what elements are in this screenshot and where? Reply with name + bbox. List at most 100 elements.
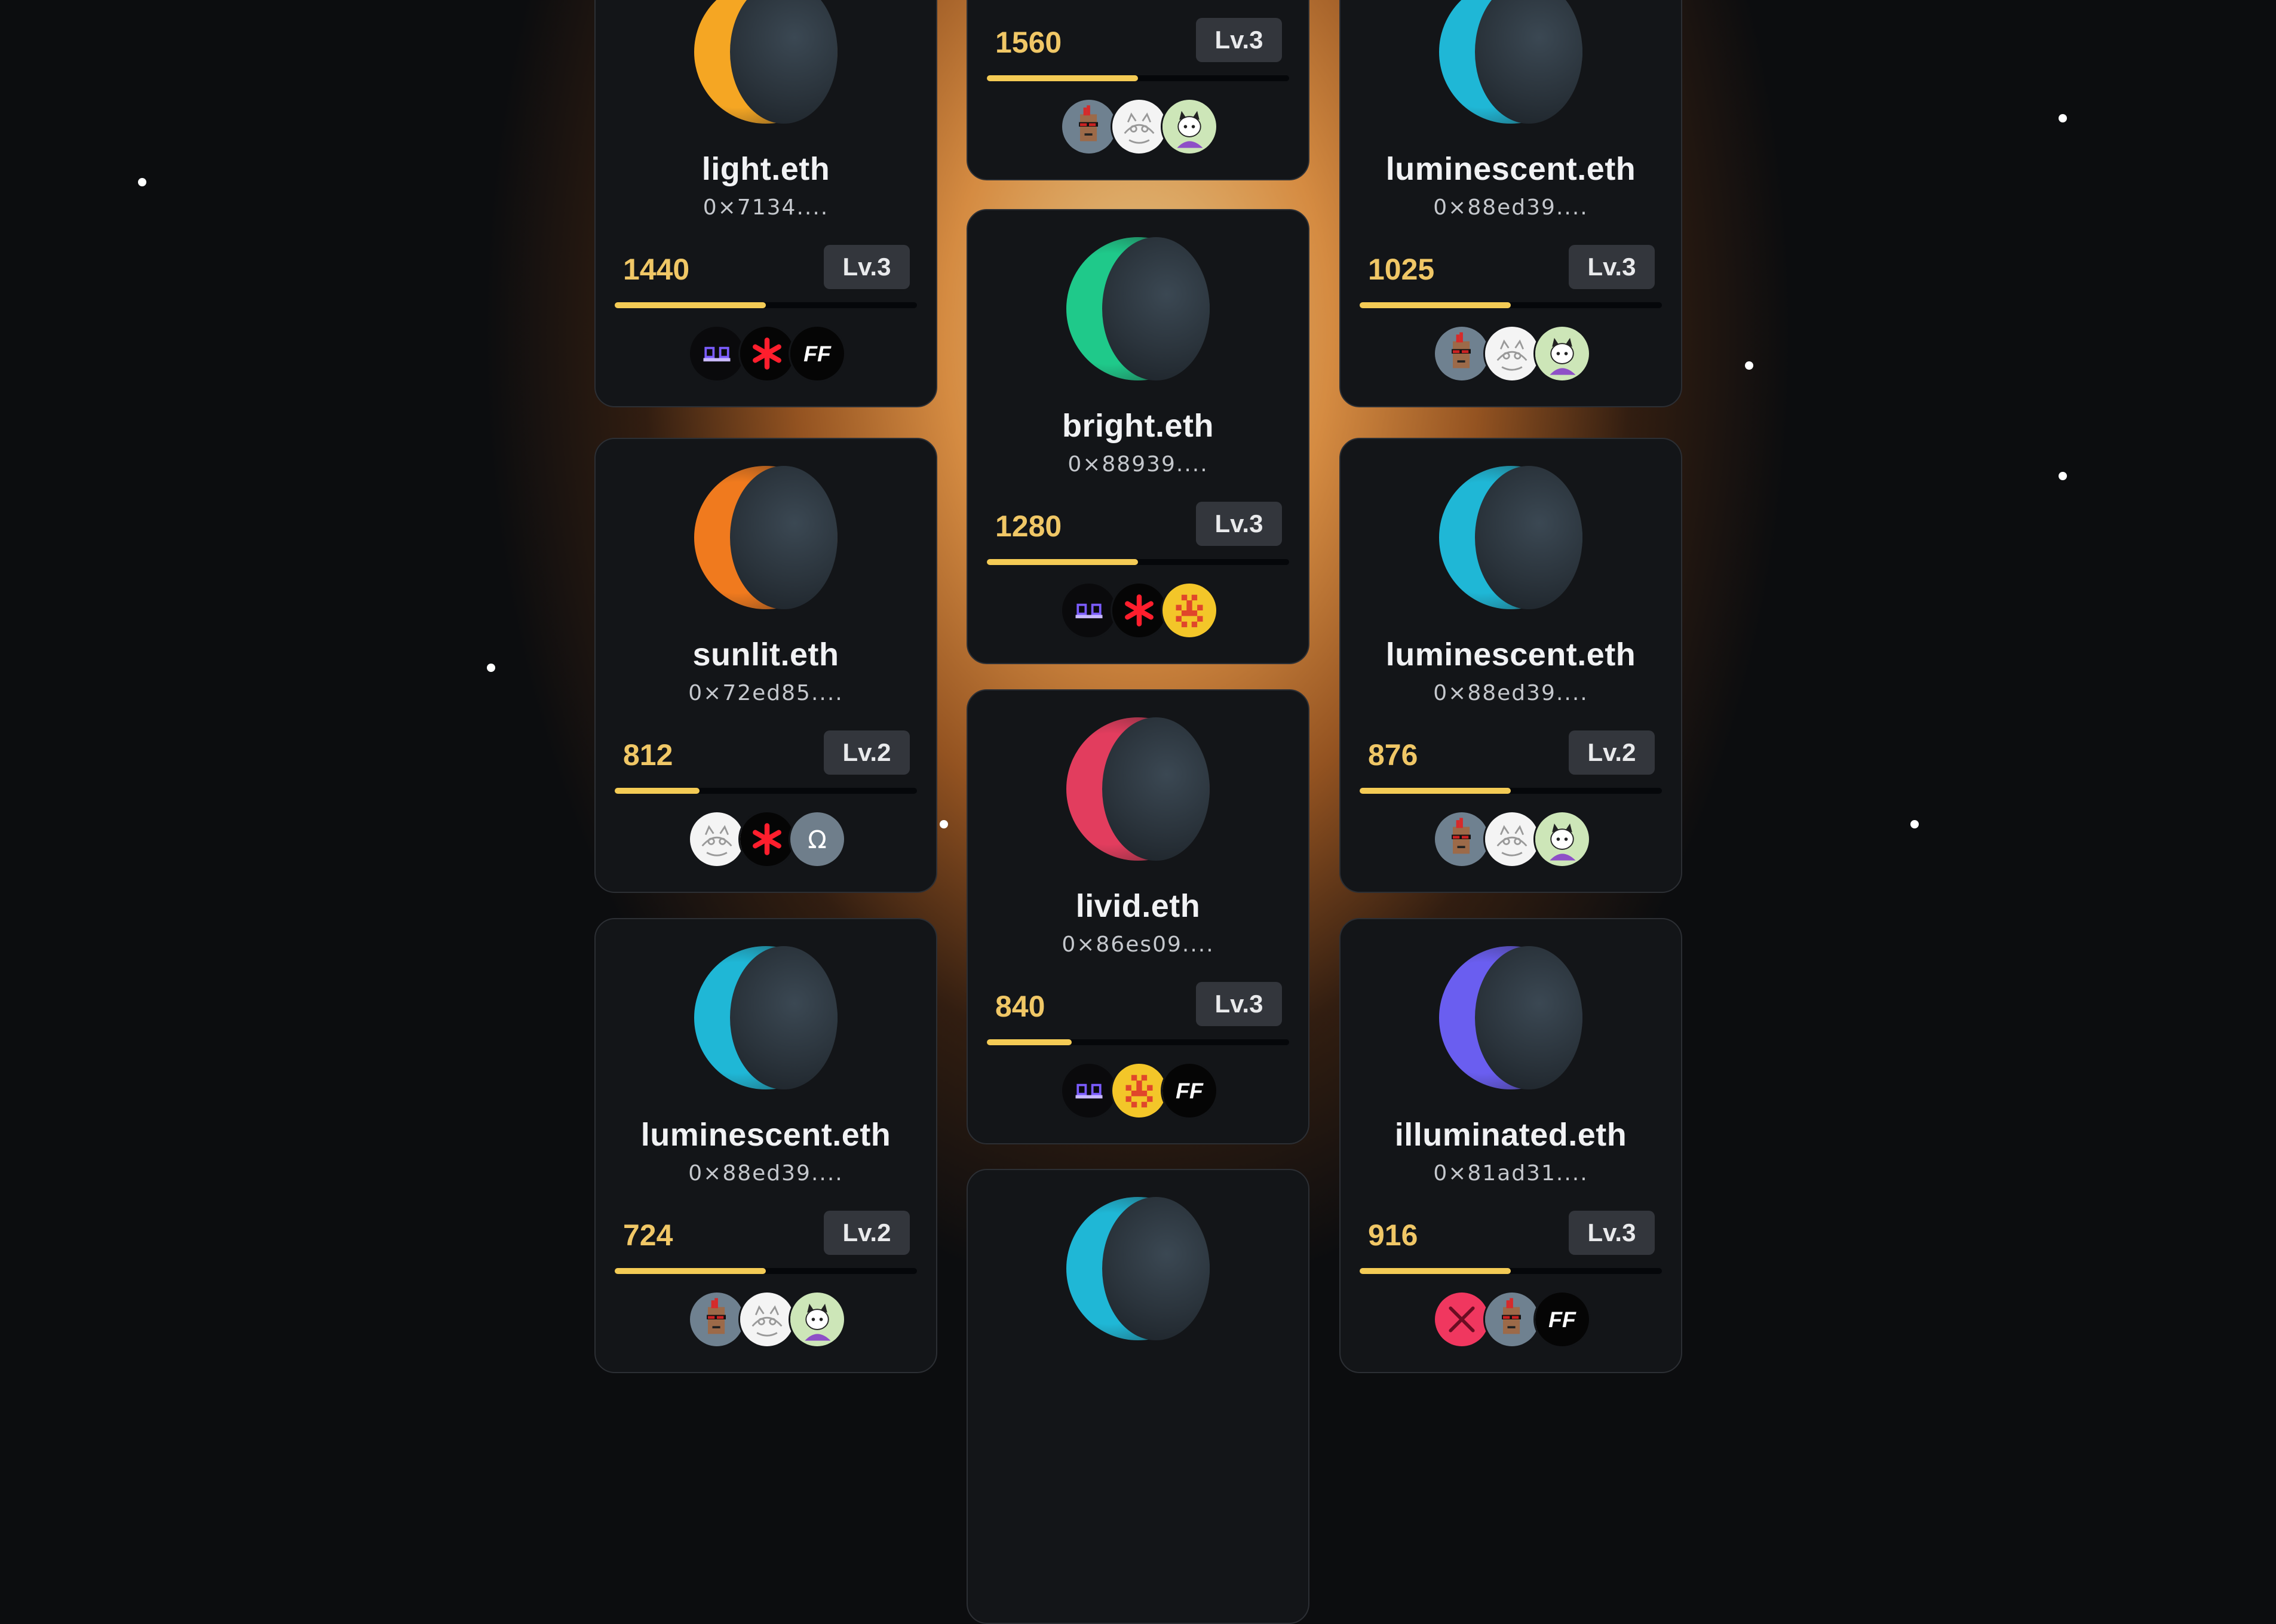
sketch-cat-avatar[interactable] bbox=[1483, 811, 1541, 868]
level-badge: Lv.3 bbox=[1569, 245, 1655, 289]
ff-logo[interactable]: FF bbox=[1161, 1062, 1218, 1119]
omega-logo[interactable]: Ω bbox=[789, 811, 846, 868]
profile-card[interactable]: illuminated.eth 0×81ad31.... 916 Lv.3 FF bbox=[1339, 918, 1682, 1373]
punk-avatar[interactable] bbox=[1433, 811, 1490, 868]
gg-logo[interactable] bbox=[688, 325, 746, 382]
profile-card[interactable]: livid.eth 0×86es09.... 840 Lv.3 FF bbox=[967, 689, 1309, 1144]
progress-fill bbox=[987, 559, 1138, 565]
ens-name: luminescent.eth bbox=[1385, 637, 1636, 673]
ff-logo[interactable]: FF bbox=[1533, 1291, 1591, 1348]
ens-name: luminescent.eth bbox=[640, 1117, 891, 1153]
progress-bar bbox=[987, 75, 1289, 81]
ens-name: bright.eth bbox=[1062, 408, 1214, 444]
punk-avatar[interactable] bbox=[1060, 98, 1118, 155]
avatar-group: FF bbox=[1341, 1291, 1681, 1349]
moon-avatar bbox=[1066, 717, 1210, 861]
wallet-address: 0×88ed39.... bbox=[688, 1161, 843, 1186]
progress-bar bbox=[1360, 1268, 1662, 1274]
level-badge: Lv.3 bbox=[824, 245, 910, 289]
ens-name: sunlit.eth bbox=[692, 637, 839, 673]
level-badge: Lv.3 bbox=[1196, 982, 1282, 1026]
score-value: 840 bbox=[995, 990, 1045, 1023]
gg-logo[interactable] bbox=[1060, 582, 1118, 639]
sketch-cat-avatar[interactable] bbox=[1483, 325, 1541, 382]
moon-avatar bbox=[1066, 237, 1210, 380]
progress-fill bbox=[987, 75, 1138, 81]
svg-text:FF: FF bbox=[803, 341, 832, 366]
profile-card[interactable] bbox=[967, 1169, 1309, 1624]
avatar-group bbox=[596, 1291, 936, 1349]
punk-avatar[interactable] bbox=[688, 1291, 746, 1348]
pixel-yellow-logo[interactable] bbox=[1161, 582, 1218, 639]
avatar-group bbox=[1341, 325, 1681, 383]
moon-avatar bbox=[694, 946, 838, 1089]
progress-fill bbox=[987, 1039, 1072, 1045]
score-value: 876 bbox=[1368, 738, 1418, 772]
sketch-cat-avatar[interactable] bbox=[1111, 98, 1168, 155]
sketch-cat-avatar[interactable] bbox=[688, 811, 746, 868]
star-decoration bbox=[487, 664, 495, 672]
pixel-yellow-logo[interactable] bbox=[1111, 1062, 1168, 1119]
profile-card[interactable]: 1560 Lv.3 bbox=[967, 0, 1309, 180]
punk-avatar[interactable] bbox=[1433, 325, 1490, 382]
red-asterisk[interactable] bbox=[1111, 582, 1168, 639]
svg-text:FF: FF bbox=[1176, 1078, 1204, 1103]
avatar-group bbox=[968, 98, 1308, 156]
profile-card[interactable]: sunlit.eth 0×72ed85.... 812 Lv.2 Ω bbox=[594, 438, 937, 893]
crossed-swords-logo[interactable] bbox=[1433, 1291, 1490, 1348]
progress-bar bbox=[1360, 302, 1662, 308]
star-decoration bbox=[1910, 820, 1919, 828]
level-badge: Lv.3 bbox=[1196, 18, 1282, 62]
profile-card[interactable]: light.eth 0×7134.... 1440 Lv.3 FF bbox=[594, 0, 937, 407]
score-value: 724 bbox=[623, 1218, 673, 1252]
progress-bar bbox=[615, 302, 917, 308]
gg-logo[interactable] bbox=[1060, 1062, 1118, 1119]
progress-fill bbox=[615, 788, 700, 794]
red-asterisk[interactable] bbox=[738, 811, 796, 868]
avatar-group bbox=[1341, 811, 1681, 869]
wallet-address: 0×88ed39.... bbox=[1433, 681, 1588, 705]
star-decoration bbox=[1745, 361, 1753, 370]
profile-card[interactable]: luminescent.eth 0×88ed39.... 1025 Lv.3 bbox=[1339, 0, 1682, 407]
avatar-group bbox=[968, 582, 1308, 640]
moon-avatar bbox=[1439, 0, 1582, 124]
moon-avatar bbox=[694, 466, 838, 609]
svg-text:Ω: Ω bbox=[808, 825, 827, 854]
cartoon-cat-avatar[interactable] bbox=[789, 1291, 846, 1348]
profile-card[interactable]: luminescent.eth 0×88ed39.... 724 Lv.2 bbox=[594, 918, 937, 1373]
avatar-group: Ω bbox=[596, 811, 936, 869]
cartoon-cat-avatar[interactable] bbox=[1533, 811, 1591, 868]
progress-fill bbox=[615, 302, 766, 308]
red-asterisk[interactable] bbox=[738, 325, 796, 382]
svg-text:FF: FF bbox=[1548, 1307, 1576, 1332]
progress-fill bbox=[1360, 302, 1511, 308]
ens-name: light.eth bbox=[701, 151, 830, 187]
wallet-address: 0×88939.... bbox=[1068, 452, 1208, 477]
progress-bar bbox=[615, 1268, 917, 1274]
progress-bar bbox=[615, 788, 917, 794]
background-glow bbox=[0, 0, 2276, 1362]
star-decoration bbox=[2059, 114, 2067, 122]
progress-bar bbox=[987, 1039, 1289, 1045]
cartoon-cat-avatar[interactable] bbox=[1161, 98, 1218, 155]
score-value: 812 bbox=[623, 738, 673, 772]
moon-avatar bbox=[694, 0, 838, 124]
progress-fill bbox=[1360, 1268, 1511, 1274]
sketch-cat-avatar[interactable] bbox=[738, 1291, 796, 1348]
wallet-address: 0×86es09.... bbox=[1062, 932, 1214, 957]
star-decoration bbox=[2059, 472, 2067, 480]
wallet-address: 0×81ad31.... bbox=[1433, 1161, 1588, 1186]
profile-card[interactable]: bright.eth 0×88939.... 1280 Lv.3 bbox=[967, 209, 1309, 664]
profile-card[interactable]: luminescent.eth 0×88ed39.... 876 Lv.2 bbox=[1339, 438, 1682, 893]
cartoon-cat-avatar[interactable] bbox=[1533, 325, 1591, 382]
wallet-address: 0×72ed85.... bbox=[688, 681, 843, 705]
star-decoration bbox=[138, 178, 146, 186]
ff-logo[interactable]: FF bbox=[789, 325, 846, 382]
score-value: 1280 bbox=[995, 509, 1062, 543]
score-value: 1440 bbox=[623, 253, 690, 286]
ens-name: illuminated.eth bbox=[1394, 1117, 1627, 1153]
progress-bar bbox=[1360, 788, 1662, 794]
progress-fill bbox=[615, 1268, 766, 1274]
moon-avatar bbox=[1066, 1197, 1210, 1340]
punk-avatar[interactable] bbox=[1483, 1291, 1541, 1348]
